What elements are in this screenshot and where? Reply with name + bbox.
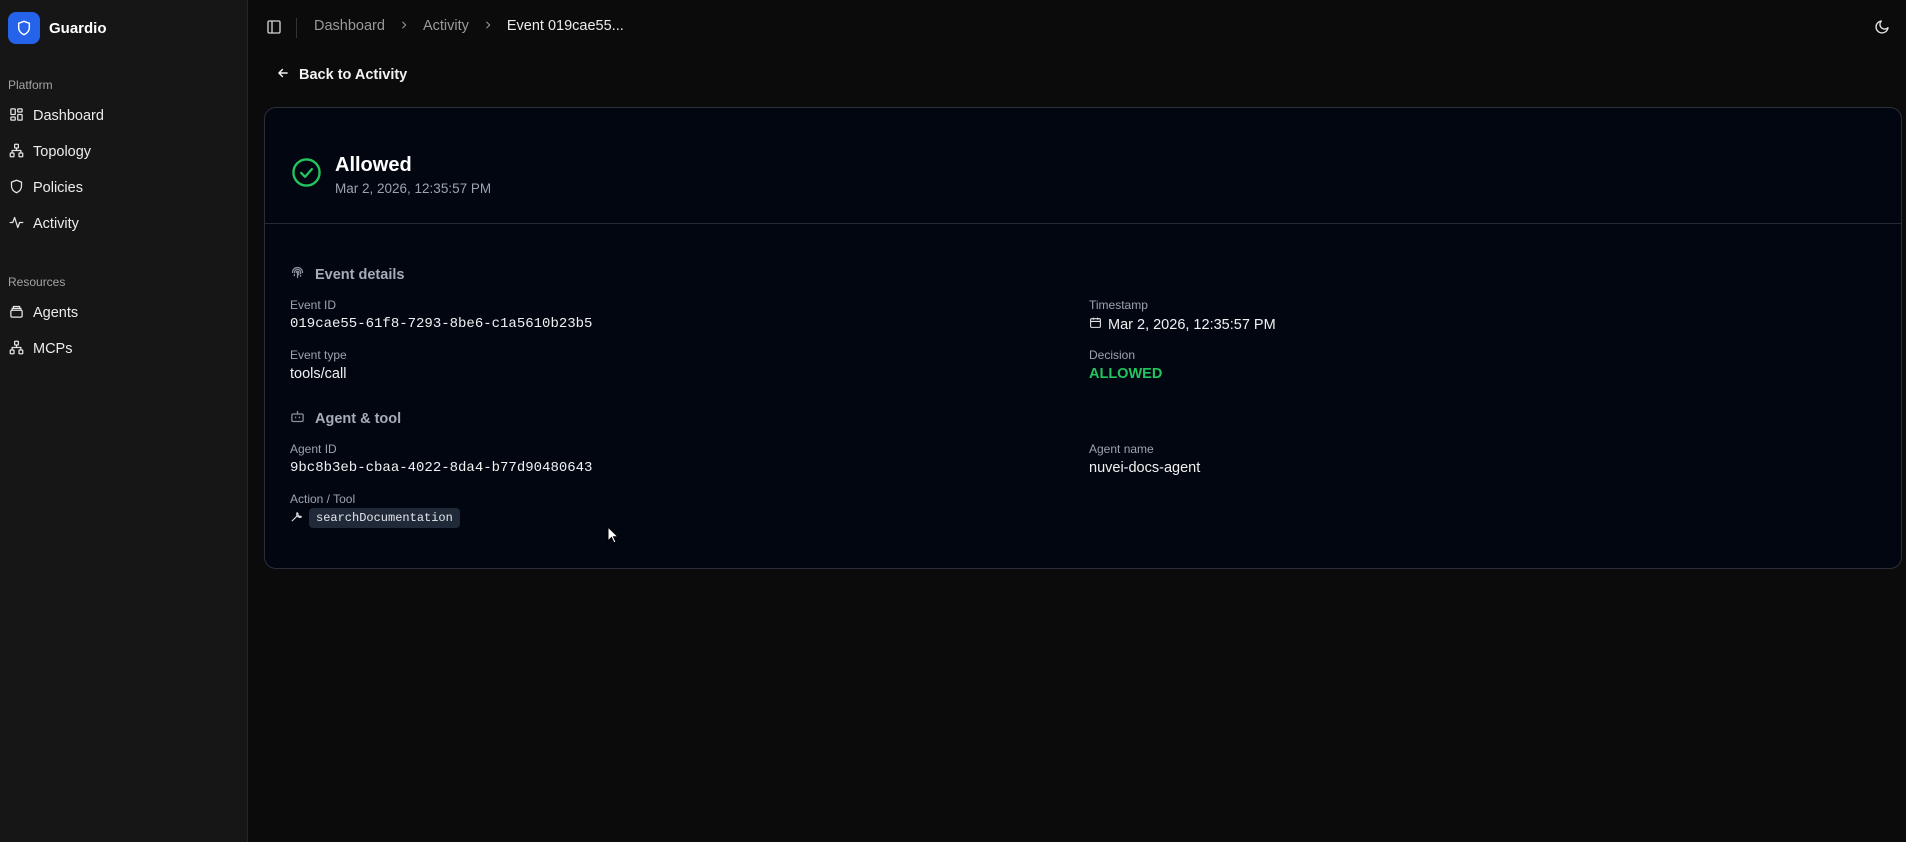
agent-name-value: nuvei-docs-agent [1089, 460, 1201, 476]
tool-chip: searchDocumentation [309, 508, 460, 528]
breadcrumb-activity[interactable]: Activity [423, 18, 469, 34]
timestamp-label: Timestamp [1089, 298, 1148, 312]
agent-name-label: Agent name [1089, 442, 1154, 456]
brand[interactable]: Guardio [8, 12, 107, 44]
sidebar-item-label: Policies [33, 180, 83, 196]
event-card: Allowed Mar 2, 2026, 12:35:57 PM Event d… [264, 107, 1902, 569]
sidebar-item-label: MCPs [33, 341, 73, 357]
sidebar-item-agents[interactable]: Agents [8, 298, 240, 328]
calendar-icon [1089, 316, 1102, 333]
status-title: Allowed [335, 154, 412, 176]
breadcrumb-dashboard[interactable]: Dashboard [314, 18, 385, 34]
event-type-label: Event type [290, 348, 347, 362]
event-details-heading: Event details [290, 265, 404, 284]
event-type-value: tools/call [290, 366, 347, 382]
event-id-value: 019cae55-61f8-7293-8be6-c1a5610b23b5 [290, 316, 593, 332]
sidebar-item-activity[interactable]: Activity [8, 209, 240, 239]
mouse-cursor-icon [607, 525, 620, 549]
status-timestamp: Mar 2, 2026, 12:35:57 PM [335, 181, 492, 196]
shield-icon [9, 179, 24, 198]
check-circle-icon [291, 157, 322, 193]
event-status-header: Allowed Mar 2, 2026, 12:35:57 PM [265, 108, 1901, 224]
sidebar-item-topology[interactable]: Topology [8, 137, 240, 167]
sidebar-item-policies[interactable]: Policies [8, 173, 240, 203]
chevron-right-icon [483, 18, 493, 34]
chevron-right-icon [399, 18, 409, 34]
theme-toggle-moon-icon[interactable] [1874, 19, 1890, 40]
topology-icon [9, 340, 24, 359]
sidebar-item-label: Dashboard [33, 108, 104, 124]
topbar-divider [296, 18, 297, 38]
sidebar-item-label: Activity [33, 216, 79, 232]
breadcrumb-current: Event 019cae55... [506, 18, 624, 34]
sidebar-item-mcps[interactable]: MCPs [8, 334, 240, 364]
timestamp-text: Mar 2, 2026, 12:35:57 PM [1108, 316, 1276, 333]
sidebar-item-dashboard[interactable]: Dashboard [8, 101, 240, 131]
shield-logo-icon [8, 12, 40, 44]
arrow-left-icon [276, 66, 290, 84]
fingerprint-icon [290, 265, 305, 284]
brand-name: Guardio [49, 19, 107, 37]
agent-id-label: Agent ID [290, 442, 337, 456]
breadcrumb: Dashboard Activity Event 019cae55... [314, 18, 624, 34]
wrench-icon [290, 510, 303, 527]
section-title-text: Agent & tool [315, 410, 402, 427]
event-id-label: Event ID [290, 298, 337, 312]
sidebar: Guardio Platform Dashboard Topology Poli… [0, 0, 248, 842]
back-to-activity-link[interactable]: Back to Activity [276, 66, 407, 84]
section-label-resources: Resources [8, 275, 66, 289]
agent-id-value: 9bc8b3eb-cbaa-4022-8da4-b77d90480643 [290, 460, 593, 476]
agent-tool-heading: Agent & tool [290, 409, 401, 428]
decision-label: Decision [1089, 348, 1136, 362]
section-label-platform: Platform [8, 78, 53, 92]
timestamp-value: Mar 2, 2026, 12:35:57 PM [1089, 316, 1276, 333]
sidebar-item-label: Topology [33, 144, 92, 160]
decision-value: ALLOWED [1089, 366, 1163, 382]
activity-icon [9, 215, 24, 234]
sidebar-item-label: Agents [33, 305, 79, 321]
sidebar-toggle-icon[interactable] [266, 19, 282, 40]
action-tool-value: searchDocumentation [290, 508, 460, 528]
back-link-label: Back to Activity [299, 67, 408, 83]
section-title-text: Event details [315, 266, 405, 283]
agents-icon [9, 304, 24, 323]
topology-icon [9, 143, 24, 162]
grid-icon [9, 107, 24, 126]
bot-icon [290, 409, 305, 428]
action-tool-label: Action / Tool [290, 492, 356, 506]
